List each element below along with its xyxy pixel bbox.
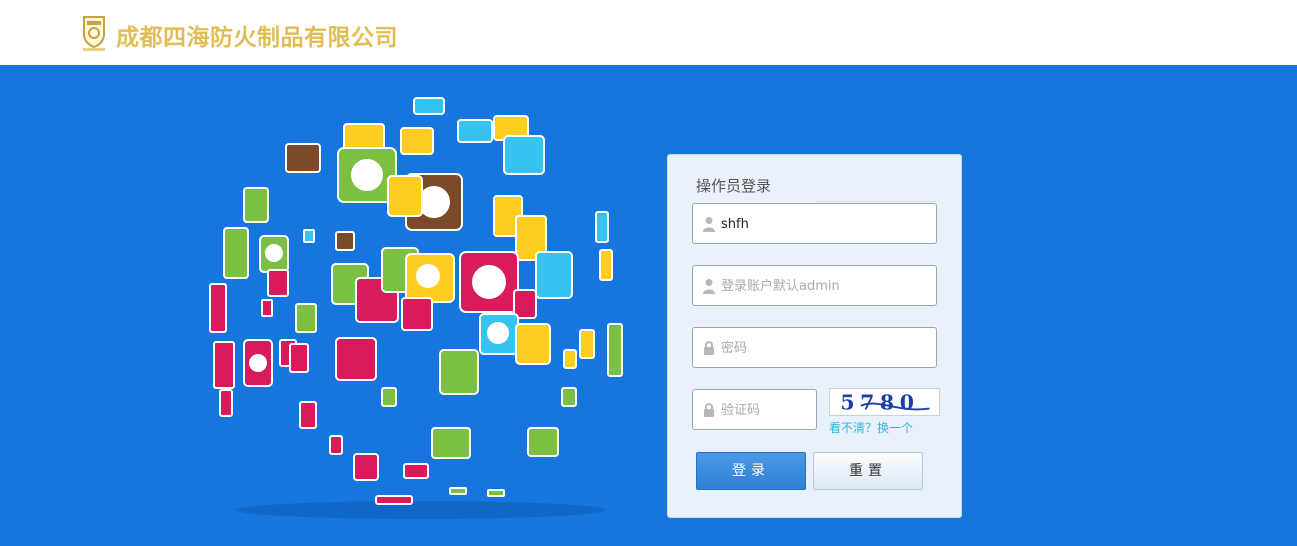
username-field	[692, 203, 937, 244]
login-button[interactable]: 登录	[696, 452, 806, 490]
captcha-text: 5780	[840, 390, 919, 414]
user-icon	[703, 279, 715, 294]
user-icon	[703, 217, 715, 232]
header-bar: 成都四海防火制品有限公司	[0, 0, 1297, 65]
reset-button[interactable]: 重置	[813, 452, 923, 490]
account-field	[692, 265, 937, 306]
password-input[interactable]	[721, 336, 926, 360]
company-logo-icon	[83, 16, 105, 51]
username-input[interactable]	[721, 212, 926, 236]
captcha-field	[692, 389, 817, 430]
lock-icon	[704, 403, 714, 417]
tile-globe-illustration	[209, 97, 623, 519]
title-divider	[816, 201, 936, 202]
password-field	[692, 327, 937, 368]
account-input[interactable]	[721, 274, 926, 298]
captcha-refresh-link[interactable]: 看不清？换一个	[829, 419, 913, 436]
captcha-image[interactable]: 5780	[829, 388, 940, 416]
banner	[0, 65, 1297, 546]
login-panel: 操作员登录 5780 看不清？换一个 登录 重置	[667, 154, 962, 518]
captcha-input[interactable]	[721, 398, 811, 422]
company-name: 成都四海防火制品有限公司	[116, 25, 398, 51]
lock-icon	[704, 341, 714, 355]
login-title: 操作员登录	[696, 177, 772, 195]
